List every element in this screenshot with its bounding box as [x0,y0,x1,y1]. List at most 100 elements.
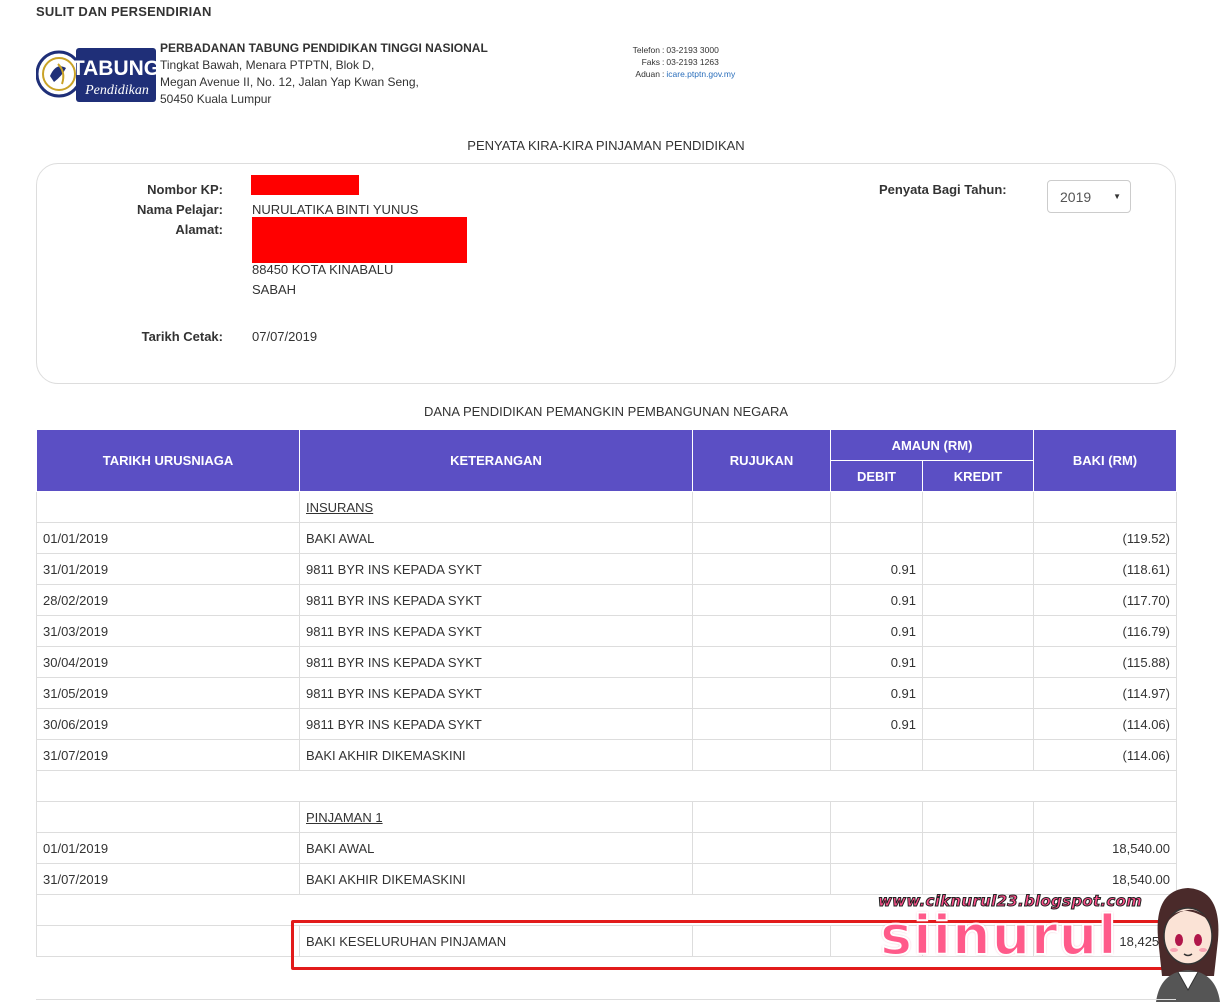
debit-cell: 0.91 [830,708,923,740]
contact-label: Faks [641,57,660,67]
address-line: Tingkat Bawah, Menara PTPTN, Blok D, [160,58,375,72]
year-label: Penyata Bagi Tahun: [879,182,1007,197]
organization-address: PERBADANAN TABUNG PENDIDIKAN TINGGI NASI… [160,40,488,108]
alamat-label: Alamat: [175,222,223,237]
reference-cell [692,708,831,740]
date-cell: 31/01/2019 [36,553,300,585]
debit-cell: 0.91 [830,646,923,678]
debit-cell: 0.91 [830,584,923,616]
credit-cell [922,677,1034,709]
description-cell: 9811 BYR INS KEPADA SYKT [299,615,693,647]
contact-info: Telefon:03-2193 3000 Faks:03-2193 1263 A… [612,44,736,80]
date-cell [36,925,300,957]
year-select[interactable]: 2019 ▼ [1047,180,1131,213]
statement-title: PENYATA KIRA-KIRA PINJAMAN PENDIDIKAN [467,138,745,153]
reference-cell [692,677,831,709]
logo-text-top: TABUNG [72,57,158,80]
confidential-heading: SULIT DAN PERSENDIRIAN [36,4,212,19]
table-row: 28/02/2019 9811 BYR INS KEPADA SYKT 0.91 (1… [36,584,1177,616]
description-cell: 9811 BYR INS KEPADA SYKT [299,553,693,585]
balance-cell: (114.06) [1033,708,1177,740]
credit-cell [922,801,1034,833]
nama-pelajar-label: Nama Pelajar: [137,202,223,217]
balance-cell [1033,801,1177,833]
reference-cell [692,646,831,678]
credit-cell [922,584,1034,616]
table-row: 01/01/2019 BAKI AWAL 18,540.00 [36,832,1177,864]
description-cell: BAKI AKHIR DIKEMASKINI [299,863,693,895]
description-cell: PINJAMAN 1 [299,801,693,833]
blog-watermark: www.ciknurul23.blogspot.com siinurul [877,888,1228,1002]
description-cell: 9811 BYR INS KEPADA SYKT [299,584,693,616]
debit-cell [830,832,923,864]
col-header-baki: BAKI (RM) [1033,429,1177,492]
description-cell: 9811 BYR INS KEPADA SYKT [299,708,693,740]
address-line: Megan Avenue II, No. 12, Jalan Yap Kwan … [160,75,419,89]
contact-label: Telefon [632,45,660,55]
col-header-tarikh: TARIKH URUSNIAGA [36,429,300,492]
date-cell: 28/02/2019 [36,584,300,616]
nombor-kp-label: Nombor KP: [147,182,223,197]
table-section-row: INSURANS [36,491,1177,523]
col-header-keterangan: KETERANGAN [299,429,693,492]
col-header-kredit: KREDIT [922,460,1034,492]
date-cell: 30/06/2019 [36,708,300,740]
credit-cell [922,491,1034,523]
spacer-cell [36,770,1177,802]
description-cell: BAKI AKHIR DIKEMASKINI [299,739,693,771]
table-row: 31/07/2019 BAKI AKHIR DIKEMASKINI (114.06) [36,739,1177,771]
date-cell [36,491,300,523]
balance-cell: (118.61) [1033,553,1177,585]
redacted-ic-number [251,175,359,195]
watermark-brand: siinurul [879,903,1118,968]
tarikh-cetak-label: Tarikh Cetak: [141,329,223,344]
reference-cell [692,615,831,647]
col-header-amaun: AMAUN (RM) [830,429,1034,461]
date-cell: 31/05/2019 [36,677,300,709]
date-cell [36,801,300,833]
reference-cell [692,863,831,895]
debit-cell: 0.91 [830,677,923,709]
debit-cell: 0.91 [830,553,923,585]
table-row: 31/03/2019 9811 BYR INS KEPADA SYKT 0.91 (1… [36,615,1177,647]
nama-pelajar-value: NURULATIKA BINTI YUNUS [252,202,419,217]
organization-header: TABUNG Pendidikan PERBADANAN TABUNG PEND… [36,40,736,110]
credit-cell [922,739,1034,771]
credit-cell [922,646,1034,678]
year-selected-value: 2019 [1060,188,1092,205]
reference-cell [692,832,831,864]
description-cell: 9811 BYR INS KEPADA SYKT [299,646,693,678]
credit-cell [922,832,1034,864]
ledger-table: TARIKH URUSNIAGA KETERANGAN RUJUKAN AMAU… [36,429,1177,957]
date-cell: 31/07/2019 [36,863,300,895]
fax-value: 03-2193 1263 [666,57,719,67]
date-cell: 31/03/2019 [36,615,300,647]
credit-cell [922,522,1034,554]
reference-cell [692,801,831,833]
borrower-info-panel: Nombor KP: Nama Pelajar: NURULATIKA BINT… [36,163,1176,384]
col-header-debit: DEBIT [830,460,923,492]
phone-value: 03-2193 3000 [666,45,719,55]
description-cell: INSURANS [299,491,693,523]
description-cell: BAKI AWAL [299,522,693,554]
table-row: 30/04/2019 9811 BYR INS KEPADA SYKT 0.91 (1… [36,646,1177,678]
reference-cell [692,584,831,616]
logo-text-bottom: Pendidikan [84,83,149,98]
col-header-rujukan: RUJUKAN [692,429,831,492]
date-cell: 01/01/2019 [36,522,300,554]
table-spacer-row [36,770,1177,802]
credit-cell [922,708,1034,740]
complaint-link[interactable]: icare.ptptn.gov.my [666,68,735,80]
table-row: 31/05/2019 9811 BYR INS KEPADA SYKT 0.91 (1… [36,677,1177,709]
ledger-body: INSURANS 01/01/2019 BAKI AWAL (119.52) 31/0… [36,491,1177,957]
credit-cell [922,863,1034,895]
table-row: 01/01/2019 BAKI AWAL (119.52) [36,522,1177,554]
debit-cell: 0.91 [830,615,923,647]
reference-cell [692,553,831,585]
description-cell: BAKI AWAL [299,832,693,864]
balance-cell: (119.52) [1033,522,1177,554]
balance-cell: 18,540.00 [1033,832,1177,864]
redacted-address [252,217,467,263]
balance-cell: (115.88) [1033,646,1177,678]
reference-cell [692,522,831,554]
